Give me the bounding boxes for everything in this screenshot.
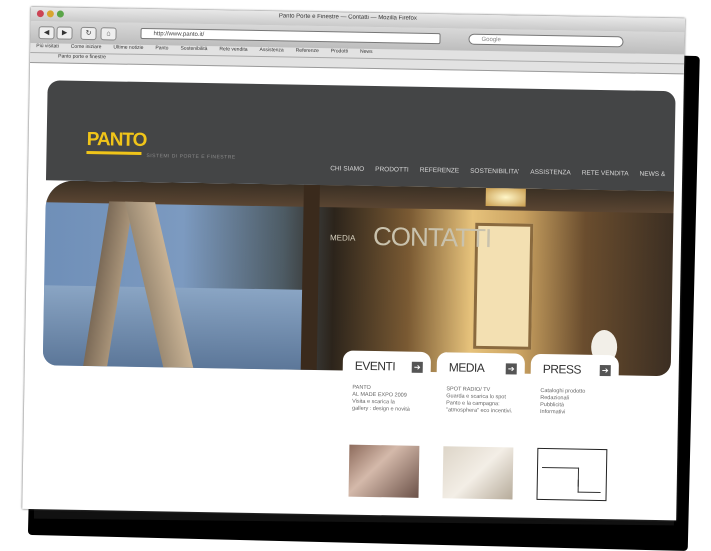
hero-image: MEDIA CONTATTI — [42, 180, 674, 377]
card-tab[interactable]: EVENTI ➔ — [342, 350, 432, 379]
reload-button[interactable]: ↻ — [80, 26, 97, 41]
website: PANTO SISTEMI DI PORTE E FINESTRE CHI SI… — [41, 80, 676, 502]
zoom-window-icon[interactable] — [56, 10, 64, 18]
bookmark-item[interactable]: Referenze — [296, 48, 319, 57]
main-nav: CHI SIAMO PRODOTTI REFERENZE SOSTENIBILI… — [330, 165, 665, 178]
nav-item-sostenibilita[interactable]: SOSTENIBILITA' — [470, 168, 519, 176]
logo-underline — [86, 150, 142, 155]
card-title: MEDIA — [448, 360, 485, 375]
card-line[interactable]: Informativi — [540, 409, 618, 417]
browser-chrome: Panto Porte e Finestre — Contatti — Mozi… — [30, 7, 685, 75]
arrow-right-icon[interactable]: ➔ — [411, 361, 423, 373]
card-press: PRESS ➔ Cataloghi prodotto Redazionali P… — [529, 353, 620, 502]
bookmark-item[interactable]: Ultime notizie — [113, 44, 143, 54]
card-title: EVENTI — [354, 358, 396, 374]
bookmark-item[interactable]: Come iniziare — [71, 44, 102, 54]
event-photo-icon[interactable] — [348, 444, 420, 498]
home-button[interactable]: ⌂ — [100, 27, 117, 41]
section-cards: EVENTI ➔ PANTO AL MADE EXPO 2009 Visita … — [341, 350, 633, 502]
chandelier-icon — [485, 187, 526, 207]
hero-title: CONTATTI — [372, 221, 492, 254]
back-button[interactable]: ◀ — [38, 26, 55, 40]
nav-item-news[interactable]: NEWS & — [640, 171, 666, 178]
panto-logo[interactable]: PANTO — [86, 129, 147, 152]
press-drawing-icon[interactable] — [536, 447, 608, 502]
card-description: SPOT RADIO/ TV Guarda e scarica lo spot … — [436, 378, 525, 416]
card-line[interactable]: gallery : design e novità — [352, 406, 430, 414]
bookmark-item[interactable]: Sostenibilità — [180, 46, 207, 55]
hero-subtitle: MEDIA — [329, 233, 356, 243]
site-header: PANTO SISTEMI DI PORTE E FINESTRE CHI SI… — [45, 80, 676, 192]
card-title: PRESS — [542, 361, 582, 377]
bookmark-item[interactable]: Prodotti — [331, 48, 348, 57]
card-eventi: EVENTI ➔ PANTO AL MADE EXPO 2009 Visita … — [341, 350, 432, 498]
nav-item-rete-vendita[interactable]: RETE VENDITA — [582, 170, 629, 178]
card-media: MEDIA ➔ SPOT RADIO/ TV Guarda e scarica … — [435, 352, 526, 500]
bookmark-item[interactable]: Panto — [155, 45, 168, 54]
bookmark-item[interactable]: Più visitati — [36, 43, 59, 52]
nav-item-assistenza[interactable]: ASSISTENZA — [530, 169, 571, 177]
bookmark-item[interactable]: News — [360, 49, 373, 58]
browser-tab[interactable]: Panto porte e finestre — [58, 53, 106, 60]
nav-item-prodotti[interactable]: PRODOTTI — [375, 166, 409, 174]
card-description: PANTO AL MADE EXPO 2009 Visita e scarica… — [342, 376, 431, 414]
site-tagline: SISTEMI DI PORTE E FINESTRE — [146, 153, 236, 161]
card-tab[interactable]: MEDIA ➔ — [436, 352, 526, 380]
arrow-right-icon[interactable]: ➔ — [505, 363, 517, 375]
hero-wood-post — [300, 184, 320, 371]
search-field[interactable]: Google — [468, 33, 624, 48]
arrow-right-icon[interactable]: ➔ — [599, 364, 611, 377]
forward-button[interactable]: ▶ — [56, 26, 73, 40]
nav-item-referenze[interactable]: REFERENZE — [420, 167, 459, 175]
minimize-window-icon[interactable] — [46, 10, 54, 18]
nav-item-chi-siamo[interactable]: CHI SIAMO — [330, 165, 364, 173]
bookmark-item[interactable]: Rete vendita — [219, 46, 247, 55]
close-window-icon[interactable] — [36, 10, 44, 18]
address-bar[interactable]: http://www.panto.it/ — [140, 27, 441, 45]
browser-window: Panto Porte e Finestre — Contatti — Mozi… — [22, 7, 685, 521]
card-line[interactable]: "atmosphera" eco incentivi. — [446, 407, 524, 415]
card-tab[interactable]: PRESS ➔ — [530, 353, 620, 382]
bookmark-item[interactable]: Assistenza — [259, 47, 283, 56]
card-description: Cataloghi prodotto Redazionali Pubblicit… — [530, 380, 619, 418]
window-controls — [36, 10, 64, 18]
media-photo-icon[interactable] — [442, 446, 514, 500]
